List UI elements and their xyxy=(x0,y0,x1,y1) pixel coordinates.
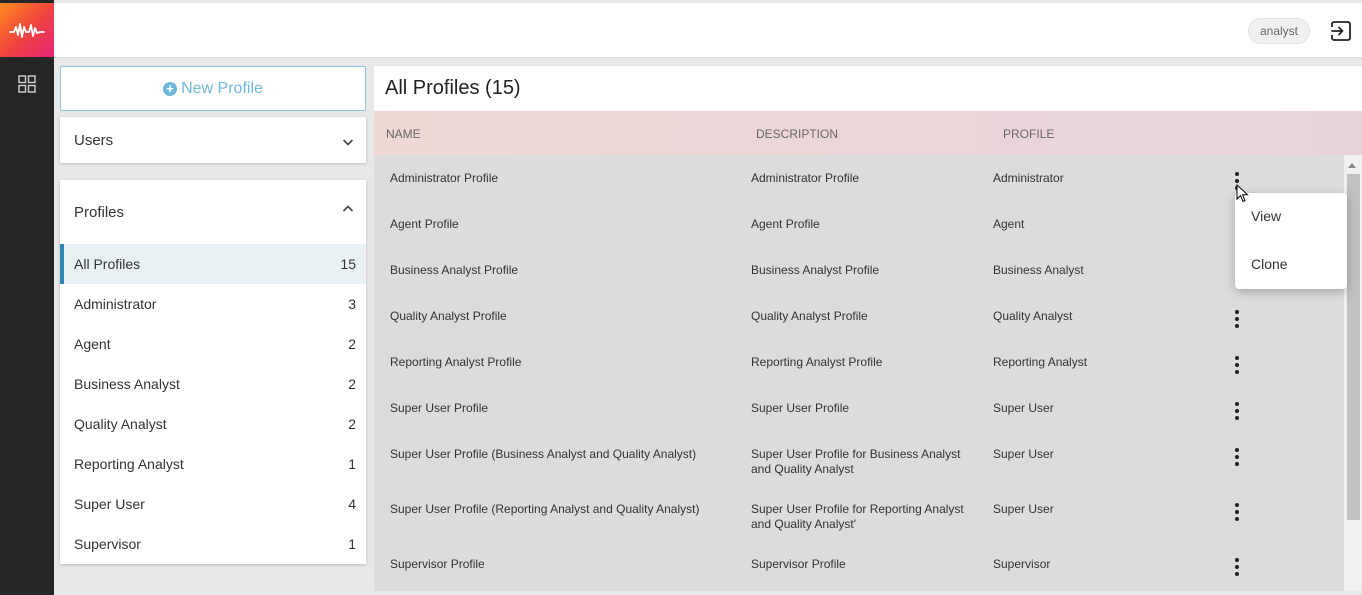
column-header-profile[interactable]: PROFILE xyxy=(1003,127,1054,141)
cell-name: Super User Profile (Reporting Analyst an… xyxy=(390,502,700,516)
cell-description: Reporting Analyst Profile xyxy=(751,355,883,369)
cell-description: Super User Profile xyxy=(751,401,850,415)
table-header: NAME DESCRIPTION PROFILE xyxy=(374,111,1362,155)
filter-administrator[interactable]: Administrator 3 xyxy=(60,284,366,324)
filter-count: 2 xyxy=(348,376,356,392)
filter-business-analyst[interactable]: Business Analyst 2 xyxy=(60,364,366,404)
filter-supervisor[interactable]: Supervisor 1 xyxy=(60,524,366,564)
cell-profile: Administrator xyxy=(993,171,1064,185)
menu-item-clone[interactable]: Clone xyxy=(1251,256,1288,272)
left-rail xyxy=(0,0,54,595)
cell-profile: Super User xyxy=(993,401,1054,415)
filter-quality-analyst[interactable]: Quality Analyst 2 xyxy=(60,404,366,444)
user-chip[interactable]: analyst xyxy=(1247,18,1310,44)
chevron-up-icon[interactable] xyxy=(342,203,354,215)
cell-description: Super User Profile for Reporting Analyst… xyxy=(751,502,964,531)
users-title: Users xyxy=(74,132,114,149)
filter-count: 3 xyxy=(348,296,356,312)
cell-profile: Quality Analyst xyxy=(993,309,1073,323)
column-header-description[interactable]: DESCRIPTION xyxy=(756,127,838,141)
row-menu-icon[interactable] xyxy=(1230,447,1244,467)
row-context-menu: View Clone xyxy=(1235,193,1347,289)
scroll-up-arrow-icon[interactable] xyxy=(1348,163,1356,168)
filter-label: Agent xyxy=(74,336,111,352)
filter-reporting-analyst[interactable]: Reporting Analyst 1 xyxy=(60,444,366,484)
cell-profile: Super User xyxy=(993,502,1054,516)
cell-name: Supervisor Profile xyxy=(390,557,485,571)
new-profile-label: New Profile xyxy=(181,79,263,97)
filter-count: 2 xyxy=(348,416,356,432)
cell-name: Super User Profile (Business Analyst and… xyxy=(390,447,697,461)
filter-label: Administrator xyxy=(74,296,157,312)
cell-description: Business Analyst Profile xyxy=(751,263,880,277)
filter-all-profiles[interactable]: All Profiles 15 xyxy=(60,244,366,284)
filter-label: Reporting Analyst xyxy=(74,456,184,472)
profiles-section: Profiles All Profiles 15 Administrator 3… xyxy=(60,180,366,564)
cell-description: Agent Profile xyxy=(751,217,820,231)
page-title: All Profiles (15) xyxy=(385,77,521,99)
cell-description: Supervisor Profile xyxy=(751,557,846,571)
profiles-header: All Profiles (15) xyxy=(374,66,1362,111)
users-section[interactable]: Users xyxy=(60,117,366,163)
profiles-title: Profiles xyxy=(74,204,125,221)
filter-agent[interactable]: Agent 2 xyxy=(60,324,366,364)
cell-profile: Reporting Analyst xyxy=(993,355,1088,369)
row-menu-icon[interactable] xyxy=(1230,355,1244,375)
logout-icon[interactable] xyxy=(1330,20,1352,42)
cell-name: Super User Profile xyxy=(390,401,489,415)
filter-label: All Profiles xyxy=(74,256,141,272)
filter-label: Business Analyst xyxy=(74,376,180,392)
cell-description: Quality Analyst Profile xyxy=(751,309,868,323)
new-profile-button[interactable]: + New Profile xyxy=(60,66,366,111)
row-menu-icon[interactable] xyxy=(1230,309,1244,329)
row-menu-icon[interactable] xyxy=(1230,557,1244,577)
cell-profile: Business Analyst xyxy=(993,263,1084,277)
filter-super-user[interactable]: Super User 4 xyxy=(60,484,366,524)
filter-count: 2 xyxy=(348,336,356,352)
row-menu-icon[interactable] xyxy=(1230,401,1244,421)
top-bar: analyst xyxy=(54,3,1362,58)
filter-label: Supervisor xyxy=(74,536,141,552)
menu-item-view[interactable]: View xyxy=(1251,208,1281,224)
cell-name: Quality Analyst Profile xyxy=(390,309,507,323)
cell-profile: Super User xyxy=(993,447,1054,461)
mouse-pointer-icon xyxy=(1236,184,1249,203)
profile-filter-list: All Profiles 15 Administrator 3 Agent 2 … xyxy=(60,244,366,564)
profiles-table-body: Administrator Profile Administrator Prof… xyxy=(374,155,1344,591)
cell-name: Business Analyst Profile xyxy=(390,263,519,277)
cell-name: Agent Profile xyxy=(390,217,459,231)
cell-profile: Supervisor xyxy=(993,557,1051,571)
filter-label: Super User xyxy=(74,496,145,512)
filter-count: 1 xyxy=(348,536,356,552)
chevron-down-icon xyxy=(342,139,354,146)
app-logo[interactable] xyxy=(0,3,54,57)
filter-count: 1 xyxy=(348,456,356,472)
cell-description: Administrator Profile xyxy=(751,171,860,185)
cell-name: Administrator Profile xyxy=(390,171,499,185)
filter-count: 4 xyxy=(348,496,356,512)
waveform-icon xyxy=(9,23,45,38)
filter-label: Quality Analyst xyxy=(74,416,167,432)
cell-description: Super User Profile for Business Analyst … xyxy=(751,447,961,476)
plus-circle-icon: + xyxy=(163,81,178,96)
cell-name: Reporting Analyst Profile xyxy=(390,355,522,369)
cell-profile: Agent xyxy=(993,217,1025,231)
scrollbar-thumb[interactable] xyxy=(1347,174,1360,520)
filter-count: 15 xyxy=(340,256,356,272)
apps-grid-icon[interactable] xyxy=(18,75,36,93)
row-menu-icon[interactable] xyxy=(1230,502,1244,522)
column-header-name[interactable]: NAME xyxy=(386,127,421,141)
